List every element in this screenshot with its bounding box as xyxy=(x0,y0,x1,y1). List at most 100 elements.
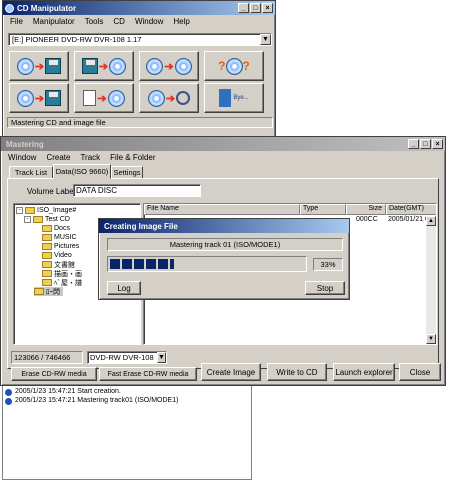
dialog-message: Mastering track 01 (ISO/MODE1) xyxy=(169,240,281,249)
exit-label: Bye... xyxy=(233,95,249,101)
progress-bar xyxy=(107,256,307,272)
tree-label: ﾛｰ閃 xyxy=(46,288,60,296)
column-label: Type xyxy=(303,205,319,212)
door-icon xyxy=(219,89,232,107)
collapse-icon[interactable]: - xyxy=(24,216,31,223)
folder-icon xyxy=(42,234,52,241)
create-image-button[interactable]: Create Image xyxy=(201,363,261,381)
exit-button[interactable]: Bye... xyxy=(204,83,264,113)
mastering-menubar: Window Create Track File & Folder xyxy=(1,151,445,163)
menu-tools[interactable]: Tools xyxy=(80,17,109,26)
cd-copy-button[interactable]: ➔ xyxy=(139,51,199,81)
menu-window[interactable]: Window xyxy=(130,17,168,26)
close-icon[interactable]: × xyxy=(432,139,443,149)
tree-item[interactable]: ﾛｰ閃 xyxy=(34,287,63,296)
image-to-cd-button[interactable]: ➔ xyxy=(74,51,134,81)
cd-icon xyxy=(25,207,35,214)
size-readout-value: 123066 / 746466 xyxy=(14,353,71,362)
folder-icon xyxy=(33,216,43,223)
minimize-icon[interactable]: _ xyxy=(238,3,249,13)
tree-label: Video xyxy=(54,252,72,259)
volume-label-input[interactable]: DATA DISC xyxy=(73,184,201,197)
cd-erase-button[interactable]: ➔ xyxy=(9,83,69,113)
close-button[interactable]: Close xyxy=(399,363,441,381)
close-icon[interactable]: × xyxy=(262,3,273,13)
cd-manipulator-window: CD Manipulator _ □ × File Manipulator To… xyxy=(2,0,276,142)
menu-manipulator[interactable]: Manipulator xyxy=(28,17,80,26)
dialog-titlebar[interactable]: Creating Image File xyxy=(99,219,349,233)
column-header-date[interactable]: Date(GMT) xyxy=(386,204,436,215)
collapse-icon[interactable]: - xyxy=(16,207,23,214)
mastering-titlebar[interactable]: Mastering _ □ × xyxy=(1,137,445,151)
tab-label: Settings xyxy=(113,168,141,177)
disk-icon xyxy=(81,58,98,74)
scroll-up-icon[interactable]: ▲ xyxy=(426,216,436,226)
button-label: Launch explorer xyxy=(335,367,393,377)
progress-fill xyxy=(110,259,175,269)
cd-manipulator-titlebar[interactable]: CD Manipulator _ □ × xyxy=(3,1,275,15)
question-icon: ? xyxy=(242,59,250,73)
stop-button[interactable]: Stop xyxy=(305,281,345,295)
tab-data-iso[interactable]: Data(ISO 9660) xyxy=(53,164,111,179)
drive-select[interactable]: [E:] PIONEER DVD-RW DVR-108 1.17 ▼ xyxy=(8,33,272,46)
column-header-file-name[interactable]: File Name xyxy=(144,204,300,215)
creating-image-dialog: Creating Image File Mastering track 01 (… xyxy=(98,218,350,300)
tree-label: Pictures xyxy=(54,243,80,250)
magnifier-icon xyxy=(176,91,191,105)
cd-search-button[interactable]: ➔ xyxy=(139,83,199,113)
file-to-cd-button[interactable]: ➔ xyxy=(74,83,134,113)
target-drive-select[interactable]: DVD-RW DVR-108 ▼ xyxy=(87,351,167,364)
tree-item[interactable]: - ISO_Image# xyxy=(16,206,76,215)
status-text: Mastering CD and image file xyxy=(11,118,106,127)
menu-file[interactable]: File xyxy=(5,17,28,26)
column-header-size[interactable]: Size xyxy=(346,204,386,215)
log-button[interactable]: Log xyxy=(107,281,141,295)
column-label: Size xyxy=(368,205,382,212)
vertical-scrollbar[interactable]: ▲ ▼ xyxy=(426,216,436,344)
scroll-down-icon[interactable]: ▼ xyxy=(426,334,436,344)
maximize-icon[interactable]: □ xyxy=(420,139,431,149)
chevron-down-icon[interactable]: ▼ xyxy=(260,34,271,45)
progress-percent: 33% xyxy=(313,258,343,271)
cd-icon xyxy=(147,89,165,107)
menu-track[interactable]: Track xyxy=(75,153,105,162)
maximize-icon[interactable]: □ xyxy=(250,3,261,13)
menu-create[interactable]: Create xyxy=(41,153,75,162)
fast-erase-button[interactable]: Fast Erase CD-RW media xyxy=(99,367,197,381)
arrow-icon: ➔ xyxy=(34,92,45,105)
chevron-down-icon[interactable]: ▼ xyxy=(157,352,166,363)
menu-file-folder[interactable]: File & Folder xyxy=(105,153,160,162)
cd-icon xyxy=(174,57,192,75)
cd-icon xyxy=(107,89,125,107)
menu-cd[interactable]: CD xyxy=(108,17,130,26)
document-icon xyxy=(83,90,97,106)
tree-label: ISO_Image# xyxy=(37,207,77,214)
column-label: Date(GMT) xyxy=(389,205,424,212)
tree-item[interactable]: Docs xyxy=(42,224,70,233)
erase-button[interactable]: Erase CD-RW media xyxy=(11,367,97,381)
file-date: 2005/01/21 0 xyxy=(388,216,429,223)
cd-to-image-button[interactable]: ➔ xyxy=(9,51,69,81)
cd-icon xyxy=(225,57,243,75)
button-label: Log xyxy=(117,283,131,293)
folder-icon xyxy=(42,261,52,268)
arrow-icon: ➔ xyxy=(97,92,107,105)
target-drive-value: DVD-RW DVR-108 xyxy=(90,353,154,362)
menu-help[interactable]: Help xyxy=(168,17,194,26)
column-header-type[interactable]: Type xyxy=(300,204,346,215)
launch-explorer-button[interactable]: Launch explorer xyxy=(333,363,395,381)
menu-window[interactable]: Window xyxy=(3,153,41,162)
progress-percent-value: 33% xyxy=(320,260,336,269)
tree-label: Test CD xyxy=(45,216,70,223)
dialog-title: Creating Image File xyxy=(104,221,178,231)
write-to-cd-button[interactable]: Write to CD xyxy=(267,363,327,381)
tree-item[interactable]: Pictures xyxy=(42,242,79,251)
folder-icon xyxy=(42,225,52,232)
log-line: 2005/1/23 15:47:21 Mastering track01 (IS… xyxy=(15,397,179,404)
cd-info-button[interactable]: ?? xyxy=(204,51,264,81)
tree-item[interactable]: MUSIC xyxy=(42,233,77,242)
minimize-icon[interactable]: _ xyxy=(408,139,419,149)
tree-item[interactable]: - Test CD xyxy=(24,215,70,224)
button-label: Close xyxy=(409,367,431,377)
folder-icon xyxy=(42,243,52,250)
